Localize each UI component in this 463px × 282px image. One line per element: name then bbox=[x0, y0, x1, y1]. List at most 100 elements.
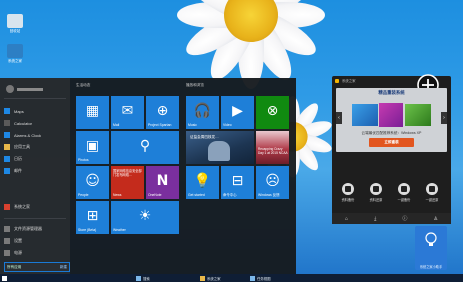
tile-label: OneNote bbox=[148, 193, 162, 197]
action-label: 一键还原 bbox=[425, 198, 439, 202]
calendar-icon bbox=[4, 156, 10, 162]
tools-icon bbox=[4, 144, 10, 150]
tile-xbox[interactable]: ⊗ bbox=[256, 96, 289, 129]
home-icon[interactable]: ⌂ bbox=[345, 216, 348, 222]
tile-weather[interactable]: ☀ Weather bbox=[111, 201, 179, 234]
tile-project-spartan[interactable]: ⊕ Project Spartan bbox=[146, 96, 179, 129]
mail-icon bbox=[4, 168, 10, 174]
user-account[interactable] bbox=[6, 84, 43, 94]
desktop-icon-label: 系统之家 bbox=[8, 59, 22, 63]
app-item-alarms[interactable]: Alarms & Clock bbox=[4, 130, 66, 140]
taskbar-item-task-view[interactable]: 任务视图 bbox=[250, 275, 271, 281]
tile-group-title: 播放和浏览 bbox=[186, 83, 204, 87]
tile-photos[interactable]: ▣ Photos bbox=[76, 131, 109, 164]
desktop-icon-app[interactable]: 系统之家 bbox=[2, 44, 28, 64]
app-item-settings[interactable]: 设置 bbox=[4, 236, 66, 246]
app-item-mail[interactable]: 邮件 bbox=[4, 166, 66, 176]
tile-label: Photos bbox=[78, 158, 89, 162]
action-label: 资料备份 bbox=[341, 198, 355, 202]
info-icon[interactable]: ⓘ bbox=[402, 215, 407, 222]
assistant-widget[interactable]: 系统之家小助手 bbox=[415, 226, 447, 270]
prev-arrow-icon[interactable]: ‹ bbox=[336, 112, 342, 124]
popup-bottom-bar: ⌂ ⤓ ⓘ ♙ bbox=[332, 213, 451, 224]
taskbar-item-app[interactable]: 系统之家 bbox=[200, 275, 221, 281]
windows-logo-icon bbox=[2, 275, 7, 281]
reinstall-button[interactable]: 立即重装 bbox=[369, 138, 414, 147]
sports-caption: Recapping Crazy Day 1 at 2015 NCAA bbox=[258, 147, 288, 155]
calculator-icon bbox=[4, 120, 10, 126]
tile-command-center[interactable]: ⊟ 命令中心 bbox=[221, 166, 254, 199]
tile-music[interactable]: 🎧 Music bbox=[186, 96, 219, 129]
download-icon[interactable]: ⤓ bbox=[374, 216, 376, 222]
recycle-bin-icon bbox=[7, 14, 23, 28]
tile-sports-photo[interactable]: Recapping Crazy Day 1 at 2015 NCAA bbox=[256, 131, 289, 164]
app-item-calculator[interactable]: Calculator bbox=[4, 118, 66, 128]
app-item-label: 应用工具 bbox=[14, 144, 30, 149]
map-icon bbox=[4, 108, 10, 114]
onenote-icon: N bbox=[156, 172, 169, 189]
bulb-icon: 💡 bbox=[193, 172, 212, 189]
music-icon: 🎧 bbox=[193, 102, 212, 119]
action-data-restore[interactable]: 资料还原 bbox=[366, 183, 386, 202]
app-item-label: 文件资源管理器 bbox=[14, 226, 42, 231]
app-item-label: Maps bbox=[14, 108, 24, 114]
action-one-click-restore[interactable]: 一键还原 bbox=[422, 183, 442, 202]
tile-news[interactable]: 国家网络信息安全部门发布网络… News bbox=[111, 166, 144, 199]
desktop-icon-recycle-bin[interactable]: 回收站 bbox=[2, 14, 28, 34]
app-item-label: Alarms & Clock bbox=[14, 132, 42, 138]
tile-news-photo[interactable]: 证监会周四核发… bbox=[186, 131, 254, 164]
app-item-label: 电源 bbox=[14, 250, 22, 255]
weather-icon: ☀ bbox=[138, 207, 152, 224]
tile-label: Store (Beta) bbox=[78, 228, 97, 232]
tile-mail[interactable]: ✉ Mail bbox=[111, 96, 144, 129]
tile-store[interactable]: ⊞ Store (Beta) bbox=[76, 201, 109, 234]
store-icon: ⊞ bbox=[86, 207, 99, 224]
app-item-label: Calculator bbox=[14, 120, 33, 126]
taskbar-label: 搜索 bbox=[143, 276, 150, 281]
app-item-calendar[interactable]: 日历 bbox=[4, 154, 66, 164]
tile-windows-feedback[interactable]: ☹ Windows 反馈 bbox=[256, 166, 289, 199]
banner-subtitle: 云端最优匹配推荐系统：Windows XP bbox=[361, 131, 422, 135]
popup-title: 系统之家 bbox=[342, 79, 356, 83]
app-item-power[interactable]: 电源 bbox=[4, 248, 66, 258]
tile-label: Project Spartan bbox=[148, 123, 172, 127]
one-click-backup-icon bbox=[398, 183, 410, 195]
action-data-backup[interactable]: 资料备份 bbox=[338, 183, 358, 202]
app-item-featured[interactable]: 系统之家 bbox=[4, 202, 66, 212]
tile-onenote[interactable]: N OneNote bbox=[146, 166, 179, 199]
restore-icon bbox=[370, 183, 382, 195]
assistant-label: 系统之家小助手 bbox=[419, 265, 443, 269]
taskbar-item-search[interactable]: 搜索 bbox=[136, 275, 150, 281]
xbox-icon: ⊗ bbox=[266, 102, 279, 119]
start-button[interactable] bbox=[2, 275, 9, 281]
tile-get-started[interactable]: 💡 Get started bbox=[186, 166, 219, 199]
system-reinstall-popup: 系统之家 精品重装系统 ‹ › 云端最优匹配推荐系统：Windows XP 立即… bbox=[332, 74, 451, 224]
app-item-maps[interactable]: Maps bbox=[4, 106, 66, 116]
daisy-flower-large bbox=[176, 0, 325, 89]
tile-label: Windows 反馈 bbox=[258, 193, 280, 197]
one-click-restore-icon bbox=[426, 183, 438, 195]
windows-xp-image bbox=[405, 104, 431, 126]
divider bbox=[4, 218, 66, 219]
action-label: 资料还原 bbox=[369, 198, 383, 202]
action-one-click-backup[interactable]: 一键备份 bbox=[394, 183, 414, 202]
tile-label: Video bbox=[223, 123, 232, 127]
user-icon[interactable]: ♙ bbox=[433, 216, 437, 222]
app-logo-icon bbox=[335, 78, 339, 83]
command-icon: ⊟ bbox=[231, 172, 244, 189]
next-arrow-icon[interactable]: › bbox=[441, 112, 447, 124]
tile-people[interactable]: ☺ People bbox=[76, 166, 109, 199]
tile-search[interactable]: ⚲ bbox=[111, 131, 179, 164]
tile-video[interactable]: ▶ Video bbox=[221, 96, 254, 129]
start-menu-app-list: Maps Calculator Alarms & Clock 应用工具 日历 邮… bbox=[0, 78, 70, 274]
new-label: 新建 bbox=[59, 264, 67, 269]
power-icon bbox=[4, 250, 10, 256]
app-item-tools[interactable]: 应用工具 bbox=[4, 142, 66, 152]
windows-8-image bbox=[379, 103, 403, 127]
app-item-file-explorer[interactable]: 文件资源管理器 bbox=[4, 224, 66, 234]
all-apps-search[interactable]: 所有应用 新建 bbox=[4, 262, 70, 272]
alarm-icon bbox=[4, 132, 10, 138]
tile-calendar[interactable]: ▦ bbox=[76, 96, 109, 129]
taskbar-label: 任务视图 bbox=[257, 276, 271, 281]
tile-group-title: 生活动态 bbox=[76, 83, 91, 87]
